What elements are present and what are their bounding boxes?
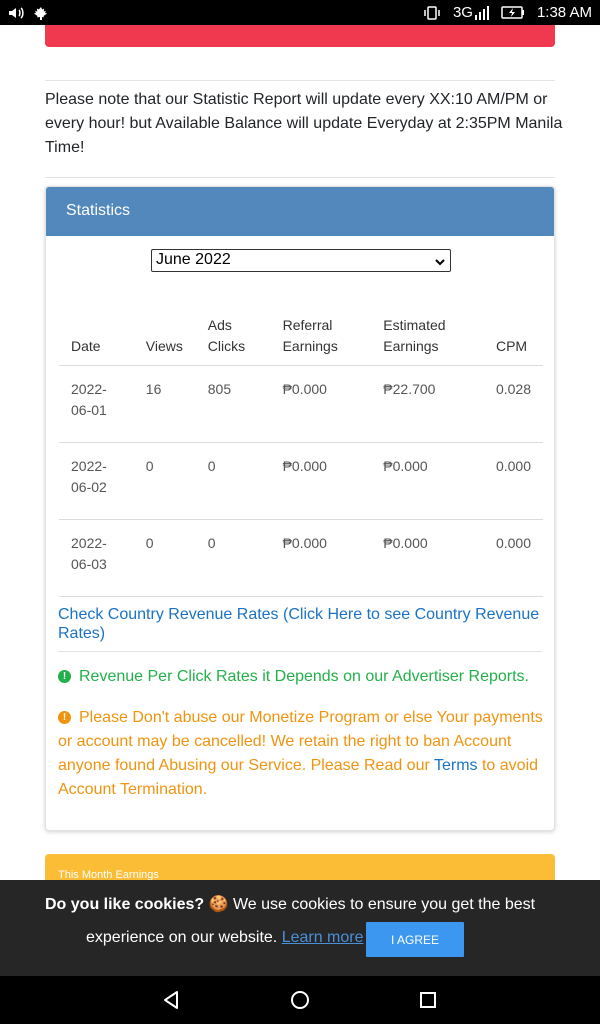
cookie-text-line1: Do you like cookies? 🍪 We use cookies to… xyxy=(45,894,535,914)
vibrate-icon xyxy=(423,5,441,20)
country-revenue-link[interactable]: Check Country Revenue Rates (Click Here … xyxy=(58,605,542,643)
revenue-info-message: ! Revenue Per Click Rates it Depends on o… xyxy=(58,665,542,689)
statistics-card: Statistics June 2022 Date Views Ads Clic… xyxy=(45,186,555,831)
cell-date: 2022-06-03 xyxy=(59,519,134,597)
month-select-value: June 2022 xyxy=(156,251,231,268)
agree-button[interactable]: I AGREE xyxy=(366,922,464,957)
cell-views: 0 xyxy=(133,519,196,597)
cell-views: 0 xyxy=(133,442,196,520)
cell-referral-earnings: ₱0.000 xyxy=(270,365,372,443)
cell-ads-clicks: 0 xyxy=(195,442,271,520)
cell-ads-clicks: 805 xyxy=(195,365,271,443)
cell-date: 2022-06-02 xyxy=(59,442,134,520)
cookie-question: Do you like cookies? xyxy=(45,896,205,913)
cell-estimated-earnings: ₱22.700 xyxy=(371,365,484,443)
cell-cpm: 0.000 xyxy=(483,519,543,597)
status-bar: 3G 1:38 AM xyxy=(0,0,600,25)
cell-cpm: 0.028 xyxy=(483,365,543,443)
info-icon: ! xyxy=(58,670,71,683)
cell-estimated-earnings: ₱0.000 xyxy=(371,442,484,520)
terms-link[interactable]: Terms xyxy=(434,757,478,774)
volume-icon xyxy=(8,6,24,20)
cookie-text: We use cookies to ensure you get the bes… xyxy=(232,896,536,913)
clock: 1:38 AM xyxy=(536,4,592,21)
network-label: 3G xyxy=(452,4,473,21)
cookie-text-2: experience on our website. xyxy=(86,929,278,946)
cookie-icon: 🍪 xyxy=(208,896,229,913)
column-header-views: Views xyxy=(133,295,196,366)
table-row: 2022-06-03 0 0 ₱0.000 ₱0.000 0.000 xyxy=(59,519,543,597)
cell-referral-earnings: ₱0.000 xyxy=(270,442,372,520)
cell-referral-earnings: ₱0.000 xyxy=(270,519,372,597)
cell-cpm: 0.000 xyxy=(483,442,543,520)
divider xyxy=(45,80,555,81)
column-header-ads-clicks: Ads Clicks xyxy=(195,295,271,366)
page-content: Please note that our Statistic Report wi… xyxy=(0,25,600,976)
recents-icon[interactable] xyxy=(418,990,438,1010)
month-select[interactable]: June 2022 xyxy=(151,249,451,272)
back-icon[interactable] xyxy=(162,990,182,1010)
divider xyxy=(58,651,542,652)
column-header-referral-earnings: Referral Earnings xyxy=(270,295,372,366)
column-header-date: Date xyxy=(59,295,134,366)
cell-views: 16 xyxy=(133,365,196,443)
update-notice: Please note that our Statistic Report wi… xyxy=(45,91,563,156)
warning-icon: ! xyxy=(58,711,71,724)
revenue-info-text: Revenue Per Click Rates it Depends on ou… xyxy=(79,668,529,685)
column-header-cpm: CPM xyxy=(483,295,543,366)
maple-leaf-icon xyxy=(34,6,48,20)
signal-icon: 3G xyxy=(453,4,489,21)
statistics-table: Date Views Ads Clicks Referral Earnings … xyxy=(59,295,543,597)
alert-banner xyxy=(45,25,555,47)
battery-charging-icon xyxy=(501,6,525,19)
home-icon[interactable] xyxy=(290,990,310,1010)
statistics-header: Statistics xyxy=(46,187,554,236)
abuse-warning-message: ! Please Don't abuse our Monetize Program… xyxy=(58,706,548,802)
navigation-bar xyxy=(0,976,600,1024)
chevron-down-icon xyxy=(435,254,445,272)
column-header-estimated-earnings: Estimated Earnings xyxy=(371,295,484,366)
table-row: 2022-06-01 16 805 ₱0.000 ₱22.700 0.028 xyxy=(59,365,543,443)
cookie-banner: Do you like cookies? 🍪 We use cookies to… xyxy=(0,880,600,976)
cell-estimated-earnings: ₱0.000 xyxy=(371,519,484,597)
cell-ads-clicks: 0 xyxy=(195,519,271,597)
divider xyxy=(45,177,555,178)
table-header-row: Date Views Ads Clicks Referral Earnings … xyxy=(59,295,543,366)
cell-date: 2022-06-01 xyxy=(59,365,134,443)
table-row: 2022-06-02 0 0 ₱0.000 ₱0.000 0.000 xyxy=(59,442,543,520)
learn-more-link[interactable]: Learn more xyxy=(282,929,364,946)
cookie-text-line2: experience on our website. Learn more xyxy=(86,929,364,947)
